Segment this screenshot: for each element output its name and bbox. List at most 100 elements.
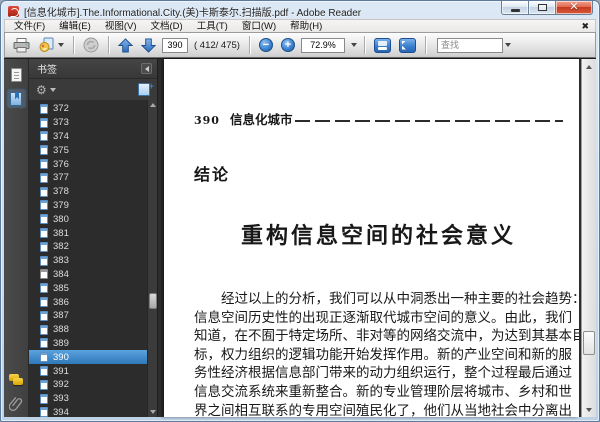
- toolbar-separator: [248, 36, 250, 54]
- find-input[interactable]: [436, 37, 503, 53]
- scrolling-mode-button[interactable]: [372, 35, 393, 56]
- close-button[interactable]: ✕: [555, 1, 593, 15]
- bookmark-item[interactable]: 376: [29, 157, 147, 171]
- zoom-out-button[interactable]: −: [257, 35, 275, 56]
- bookmark-page-icon: [40, 297, 48, 308]
- minimize-icon: [510, 9, 520, 12]
- scroll-up-arrow-icon[interactable]: [148, 100, 157, 110]
- toolbar-separator: [363, 36, 365, 54]
- chapter-title: 重构信息空间的社会意义: [240, 223, 516, 249]
- zoom-in-icon: +: [280, 38, 295, 52]
- bookmarks-icon: [10, 91, 22, 106]
- bookmark-item[interactable]: 384: [29, 268, 147, 282]
- comments-icon: [8, 373, 24, 386]
- menubar: 文件(F) 编辑(E) 视图(V) 文档(D) 工具(T) 窗口(W) 帮助(H…: [4, 19, 596, 32]
- page-down-icon: [141, 37, 156, 53]
- bookmark-item[interactable]: 392: [29, 378, 147, 392]
- panel-collapse-button[interactable]: [141, 63, 152, 74]
- zoom-in-button[interactable]: +: [279, 35, 297, 56]
- minimize-button[interactable]: [501, 1, 529, 15]
- fit-window-button[interactable]: [397, 35, 418, 56]
- menu-window[interactable]: 窗口(W): [235, 20, 283, 33]
- find-group: [436, 37, 511, 53]
- page-number-input[interactable]: [162, 37, 188, 53]
- document-scrollbar-thumb[interactable]: [583, 331, 595, 356]
- bookmark-item[interactable]: 386: [29, 295, 147, 309]
- toolbar-separator: [424, 36, 426, 54]
- body-paragraph: 经过以上的分析，我们可以从中洞悉出一种主要的社会趋势： 信息空间历史性的出现正逐…: [194, 290, 579, 417]
- bookmark-item[interactable]: 394: [29, 406, 147, 417]
- find-dropdown-caret[interactable]: [504, 43, 511, 47]
- bookmark-options-button[interactable]: ⚙: [36, 84, 56, 96]
- maximize-button[interactable]: [529, 1, 555, 15]
- doc-scroll-down-icon[interactable]: [582, 403, 596, 416]
- scrolling-mode-icon: [373, 37, 391, 53]
- navigation-rail: [4, 59, 29, 417]
- bookmark-item[interactable]: 391: [29, 364, 147, 378]
- collaboration-button-disabled: [81, 35, 101, 56]
- scroll-down-arrow-icon[interactable]: [148, 407, 157, 417]
- page-thumbnails-tab[interactable]: [6, 64, 27, 85]
- bookmarks-panel-toolbar: ⚙: [29, 79, 157, 100]
- comments-tab[interactable]: [6, 369, 27, 390]
- bookmark-page-icon: [40, 324, 48, 335]
- pdf-page[interactable]: 390 信息化城市 结论 重构信息空间的社会意义 经过以上的分析，我们可以从中洞…: [164, 59, 579, 417]
- menu-edit[interactable]: 编辑(E): [52, 20, 98, 33]
- bookmark-item[interactable]: 373: [29, 116, 147, 130]
- zoom-dropdown-caret[interactable]: [350, 43, 357, 47]
- zoom-level-field[interactable]: 72.9%: [300, 37, 345, 53]
- menubar-close-icon[interactable]: ✖: [581, 21, 589, 32]
- bookmark-list: 372 373 374 375 376 377 378 379 380 381 382 383 384 3…: [29, 102, 147, 417]
- bookmark-label: 381: [53, 227, 69, 239]
- bookmark-item[interactable]: 383: [29, 254, 147, 268]
- new-bookmark-button[interactable]: [138, 81, 154, 96]
- window-title: [信息化城市].The.Informational.City.(美)卡斯泰尔.扫…: [24, 7, 362, 19]
- next-page-button[interactable]: [139, 35, 158, 56]
- bookmark-item[interactable]: 382: [29, 240, 147, 254]
- menu-tools[interactable]: 工具(T): [190, 20, 235, 33]
- toolbar-separator: [108, 36, 109, 54]
- body-line: 务性经济根据信息部门带来的动力组织运行，整个过程最后通过: [194, 365, 572, 382]
- bookmark-item[interactable]: 375: [29, 143, 147, 157]
- bookmark-page-icon: [40, 131, 48, 142]
- bookmark-item[interactable]: 393: [29, 392, 147, 406]
- bookmark-label: 377: [53, 172, 69, 184]
- attachments-tab[interactable]: [6, 393, 27, 414]
- bookmarks-scrollbar-thumb[interactable]: [149, 293, 157, 310]
- bookmark-page-icon: [40, 241, 48, 252]
- share-file-button[interactable]: [36, 35, 66, 56]
- menu-view[interactable]: 视图(V): [98, 20, 144, 33]
- bookmark-item[interactable]: 389: [29, 337, 147, 351]
- bookmark-page-icon: [40, 214, 48, 225]
- bookmark-item[interactable]: 385: [29, 281, 147, 295]
- send-file-icon: [39, 37, 54, 52]
- bookmark-label: 385: [53, 282, 69, 294]
- bookmark-label: 393: [53, 393, 69, 405]
- bookmark-item[interactable]: 387: [29, 309, 147, 323]
- menu-document[interactable]: 文档(D): [143, 20, 189, 33]
- bookmark-item[interactable]: 379: [29, 199, 147, 213]
- previous-page-button[interactable]: [116, 35, 135, 56]
- bookmark-item[interactable]: 377: [29, 171, 147, 185]
- menu-file[interactable]: 文件(F): [7, 20, 52, 33]
- page-up-icon: [118, 37, 133, 53]
- bookmark-item[interactable]: 378: [29, 185, 147, 199]
- bookmark-item[interactable]: 372: [29, 102, 147, 116]
- bookmark-item[interactable]: 388: [29, 323, 147, 337]
- document-scrollbar[interactable]: [581, 59, 596, 417]
- document-pane: 390 信息化城市 结论 重构信息空间的社会意义 经过以上的分析，我们可以从中洞…: [158, 59, 596, 417]
- bookmark-item[interactable]: 380: [29, 212, 147, 226]
- menu-help[interactable]: 帮助(H): [283, 20, 329, 33]
- bookmarks-panel-header: 书签: [29, 59, 157, 79]
- body-line: 信息空间历史性的出现正逐渐取代城市空间的意义。由此，我们: [194, 309, 572, 326]
- bookmark-item[interactable]: 390: [29, 350, 147, 365]
- bookmark-label: 391: [53, 365, 69, 377]
- doc-scroll-up-icon[interactable]: [582, 60, 596, 73]
- bookmarks-scrollbar[interactable]: [147, 100, 157, 417]
- print-button[interactable]: [11, 35, 32, 56]
- bookmark-item[interactable]: 374: [29, 130, 147, 144]
- bookmark-item[interactable]: 381: [29, 226, 147, 240]
- running-header-book-title: 信息化城市: [229, 112, 293, 127]
- bookmarks-tab[interactable]: [5, 88, 27, 109]
- body-line: 信息交流系统来重新整合。新的专业管理阶层将城市、乡村和世: [194, 383, 572, 400]
